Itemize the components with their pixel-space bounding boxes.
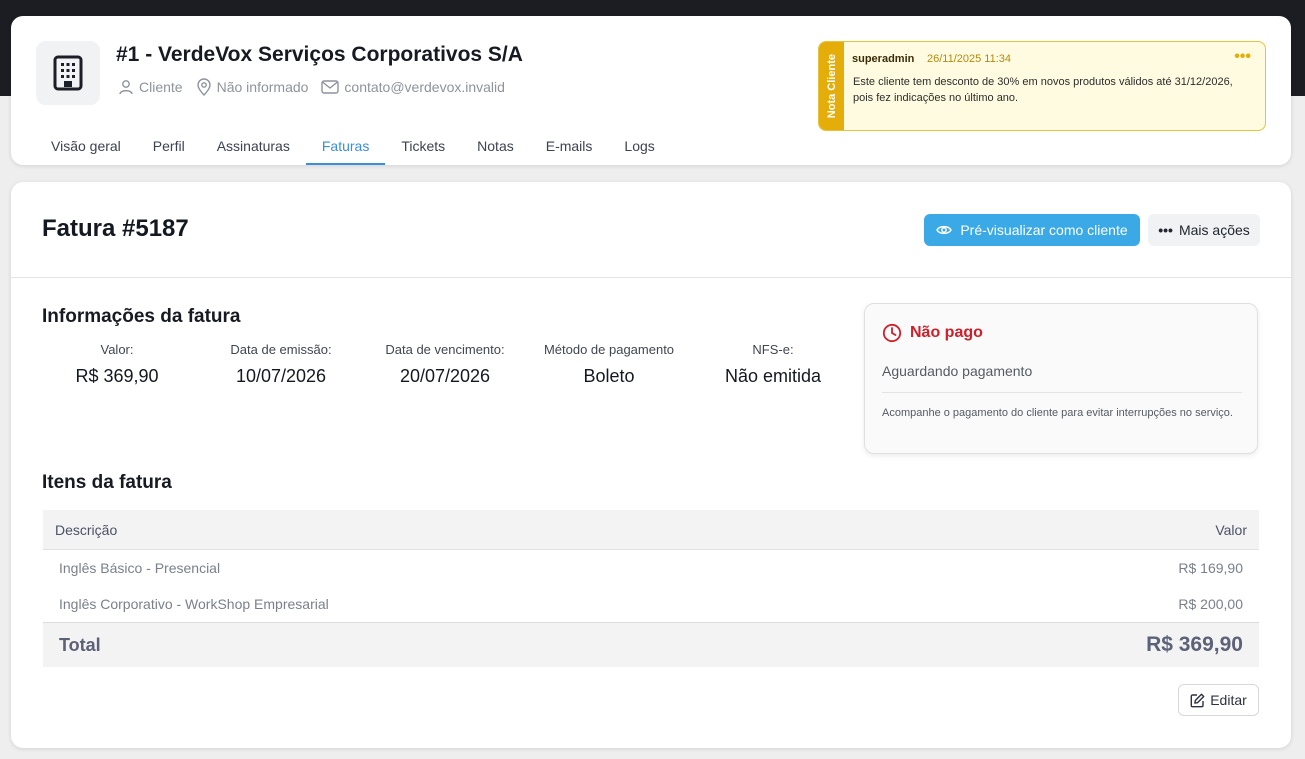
- invoice-items-table: Descrição Valor Inglês Básico - Presenci…: [43, 510, 1259, 667]
- item-value: R$ 169,90: [1178, 560, 1243, 576]
- client-type-label: Cliente: [139, 79, 183, 95]
- column-header-descricao: Descrição: [55, 521, 118, 538]
- tab-visao-geral[interactable]: Visão geral: [35, 128, 137, 165]
- map-pin-icon: [196, 78, 211, 96]
- info-label: Data de emissão:: [230, 342, 332, 357]
- info-metodo-pagamento: Método de pagamento Boleto: [534, 342, 684, 387]
- invoice-title: Fatura #5187: [42, 215, 189, 242]
- note-badge: Nota Cliente: [819, 42, 844, 130]
- eye-icon: [936, 225, 953, 235]
- more-dots-icon: •••: [1158, 222, 1173, 238]
- info-value: 20/07/2026: [399, 366, 491, 386]
- info-label: Data de vencimento:: [385, 342, 505, 357]
- info-value: R$ 369,90: [75, 366, 159, 386]
- tab-faturas[interactable]: Faturas: [305, 128, 386, 165]
- clock-icon: [882, 323, 902, 343]
- info-nfse: NFS-e: Não emitida: [711, 342, 835, 387]
- total-value: R$ 369,90: [1146, 633, 1243, 656]
- info-label: Valor:: [100, 342, 134, 357]
- invoice-card: Fatura #5187 Pré-visualizar como cliente…: [11, 182, 1291, 748]
- info-value: Boleto: [583, 366, 635, 386]
- info-data-vencimento: Data de vencimento: 20/07/2026: [375, 342, 515, 387]
- preview-as-client-button[interactable]: Pré-visualizar como cliente: [924, 214, 1140, 246]
- table-header: Descrição Valor: [43, 510, 1259, 550]
- status-title: Não pago: [910, 324, 983, 341]
- payment-status-card: Não pago Aguardando pagamento Acompanhe …: [864, 303, 1258, 454]
- status-note: Acompanhe o pagamento do cliente para ev…: [882, 407, 1233, 419]
- tab-tickets[interactable]: Tickets: [385, 128, 461, 165]
- total-label: Total: [59, 634, 101, 655]
- note-menu-icon[interactable]: •••: [1234, 48, 1251, 66]
- info-value: Não emitida: [724, 366, 822, 386]
- note-author: superadmin: [852, 53, 915, 65]
- user-icon: [119, 80, 133, 95]
- edit-icon: [1190, 693, 1205, 707]
- table-total-row: Total R$ 369,90: [43, 622, 1259, 667]
- client-title: #1 - VerdeVox Serviços Corporativos S/A: [116, 43, 523, 66]
- table-row: Inglês Básico - Presencial R$ 169,90: [43, 550, 1259, 586]
- note-date: 26/11/2025 11:34: [927, 53, 1012, 65]
- info-label: NFS-e:: [752, 342, 794, 357]
- tab-perfil[interactable]: Perfil: [137, 128, 201, 165]
- tab-logs[interactable]: Logs: [608, 128, 670, 165]
- client-meta: Cliente Não informado contato@verdevox.i…: [118, 78, 518, 96]
- client-email[interactable]: contato@verdevox.invalid: [321, 79, 505, 95]
- item-value: R$ 200,00: [1178, 596, 1243, 612]
- tab-emails[interactable]: E-mails: [530, 128, 609, 165]
- client-email-label: contato@verdevox.invalid: [344, 79, 505, 95]
- mail-icon: [321, 80, 340, 94]
- client-tabs: Visão geral Perfil Assinaturas Faturas T…: [35, 128, 671, 165]
- item-description: Inglês Básico - Presencial: [59, 560, 221, 576]
- preview-button-label: Pré-visualizar como cliente: [960, 222, 1128, 238]
- more-actions-button[interactable]: ••• Mais ações: [1148, 214, 1260, 246]
- info-valor: Valor: R$ 369,90: [57, 342, 177, 387]
- tab-notas[interactable]: Notas: [461, 128, 530, 165]
- invoice-info-title: Informações da fatura: [42, 306, 241, 327]
- client-location: Não informado: [196, 78, 309, 96]
- note-badge-label: Nota Cliente: [825, 53, 838, 119]
- client-note: Nota Cliente superadmin 26/11/2025 11:34…: [818, 41, 1266, 131]
- client-header-card: #1 - VerdeVox Serviços Corporativos S/A …: [11, 16, 1291, 165]
- info-data-emissao: Data de emissão: 10/07/2026: [216, 342, 346, 387]
- item-description: Inglês Corporativo - WorkShop Empresaria…: [59, 596, 329, 612]
- tab-assinaturas[interactable]: Assinaturas: [201, 128, 306, 165]
- note-text: Este cliente tem desconto de 30% em novo…: [853, 76, 1233, 104]
- status-header: Não pago: [882, 323, 983, 343]
- divider: [882, 392, 1242, 393]
- edit-button-label: Editar: [1210, 692, 1247, 708]
- info-value: 10/07/2026: [235, 366, 327, 386]
- column-header-valor: Valor: [1215, 521, 1247, 538]
- info-label: Método de pagamento: [543, 342, 675, 357]
- divider: [11, 277, 1291, 278]
- more-actions-label: Mais ações: [1178, 222, 1250, 238]
- table-row: Inglês Corporativo - WorkShop Empresaria…: [43, 586, 1259, 622]
- client-type: Cliente: [118, 79, 183, 95]
- building-icon: [36, 41, 100, 105]
- client-location-label: Não informado: [216, 79, 309, 95]
- edit-button[interactable]: Editar: [1178, 684, 1259, 716]
- status-subtitle: Aguardando pagamento: [882, 363, 1033, 379]
- invoice-items-title: Itens da fatura: [42, 472, 172, 493]
